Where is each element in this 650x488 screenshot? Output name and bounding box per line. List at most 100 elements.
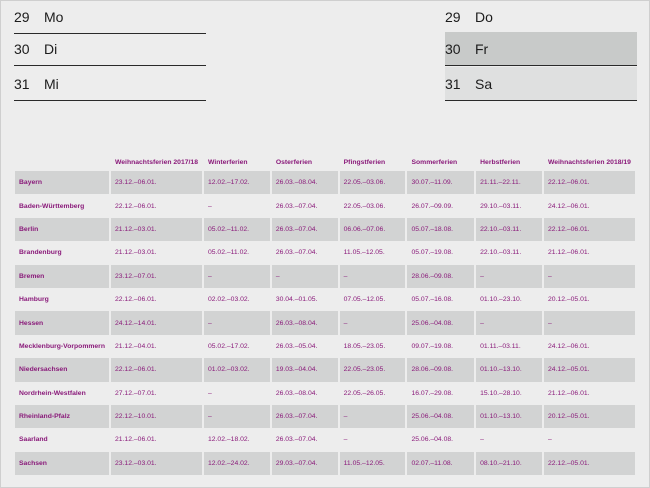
holiday-date-cell: 12.02.–17.02. xyxy=(203,171,270,195)
holiday-date-cell: 08.10.–21.10. xyxy=(476,451,542,476)
holiday-date-cell: 05.02.–17.02. xyxy=(203,334,270,359)
day-row: 31 Sa xyxy=(445,67,637,101)
holiday-date-cell: 07.05.–12.05. xyxy=(339,287,406,312)
holiday-date-cell: 21.11.–22.11. xyxy=(476,171,542,195)
holiday-date-cell: 25.06.–04.08. xyxy=(407,428,475,452)
holiday-date-cell: 26.03.–07.04. xyxy=(271,217,338,242)
day-row: 29 Mo xyxy=(14,0,206,34)
day-weekday: Fr xyxy=(475,40,489,57)
holiday-date-cell: 12.02.–24.02. xyxy=(203,451,270,476)
holiday-date-cell: 05.02.–11.02. xyxy=(203,241,270,265)
holiday-date-cell: – xyxy=(339,311,406,335)
table-header-row: Weihnachtsferien 2017/18 Winterferien Os… xyxy=(15,153,635,171)
day-number: 30 xyxy=(445,40,461,57)
holiday-date-cell: 22.12.–06.01. xyxy=(543,217,635,242)
table-row: Bremen 23.12.–07.01. – – –28.06.–09.08. – – xyxy=(15,264,635,288)
state-name-cell: Mecklenburg-Vorpommern xyxy=(15,334,109,359)
holiday-date-cell: 24.12.–05.01. xyxy=(543,358,635,382)
holiday-date-cell: 24.12.–14.01. xyxy=(110,311,202,335)
holiday-date-cell: 26.03.–07.04. xyxy=(271,428,338,452)
holiday-date-cell: 22.05.–26.05. xyxy=(339,381,406,405)
table-row: Sachsen 23.12.–03.01. 12.02.–24.02. 29.03.–… xyxy=(15,451,635,476)
table-row: Bayern 23.12.–06.01. 12.02.–17.02. 26.03.–0… xyxy=(15,171,635,195)
holiday-date-cell: 16.07.–29.08. xyxy=(407,381,475,405)
state-name-cell: Brandenburg xyxy=(15,241,109,265)
holiday-date-cell: 01.02.–03.02. xyxy=(203,358,270,382)
holiday-date-cell: 01.10.–13.10. xyxy=(476,358,542,382)
state-name-cell: Bremen xyxy=(15,264,109,288)
holiday-date-cell: 21.12.–06.01. xyxy=(543,381,635,405)
holiday-date-cell: 26.03.–08.04. xyxy=(271,311,338,335)
day-row: 31 Mi xyxy=(14,67,206,101)
day-weekday: Sa xyxy=(475,75,493,92)
holiday-date-cell: 01.10.–13.10. xyxy=(476,404,542,429)
holiday-date-cell: 20.12.–05.01. xyxy=(543,287,635,312)
holiday-date-cell: – xyxy=(339,404,406,429)
school-holidays-table: Weihnachtsferien 2017/18 Winterferien Os… xyxy=(13,153,637,476)
holiday-date-cell: 06.06.–07.06. xyxy=(339,217,406,242)
state-name-cell: Rheinland-Pfalz xyxy=(15,404,109,429)
holiday-date-cell: 05.02.–11.02. xyxy=(203,217,270,242)
holiday-date-cell: 26.03.–07.04. xyxy=(271,241,338,265)
state-name-cell: Hamburg xyxy=(15,287,109,312)
holiday-date-cell: – xyxy=(339,264,406,288)
day-row: 30 Fr xyxy=(445,32,637,66)
holiday-date-cell: 05.07.–19.08. xyxy=(407,241,475,265)
holiday-date-cell: 11.05.–12.05. xyxy=(339,451,406,476)
column-header: Sommerferien xyxy=(411,158,458,166)
holiday-date-cell: – xyxy=(203,404,270,429)
holiday-date-cell: 22.12.–05.01. xyxy=(543,451,635,476)
holiday-date-cell: 22.10.–03.11. xyxy=(476,241,542,265)
holiday-date-cell: 21.12.–06.01. xyxy=(543,241,635,265)
state-name-cell: Sachsen xyxy=(15,451,109,476)
table-row: Berlin 21.12.–03.01. 05.02.–11.02. 26.03.–0… xyxy=(15,217,635,242)
state-name-cell: Saarland xyxy=(15,428,109,452)
day-row: 30 Di xyxy=(14,32,206,66)
holiday-date-cell: – xyxy=(476,428,542,452)
holiday-date-cell: 09.07.–19.08. xyxy=(407,334,475,359)
day-weekday: Mo xyxy=(44,8,64,25)
table-body: Bayern 23.12.–06.01. 12.02.–17.02. 26.03.–0… xyxy=(15,171,635,476)
table-row: Rheinland-Pfalz 22.12.–10.01. –26.03.–07.0… xyxy=(15,404,635,429)
holiday-date-cell: 30.04.–01.05. xyxy=(271,287,338,312)
column-header: Winterferien xyxy=(207,158,248,166)
holiday-date-cell: 28.06.–09.08. xyxy=(407,264,475,288)
holiday-date-cell: 22.05.–03.06. xyxy=(339,171,406,195)
table-row: Hessen 24.12.–14.01. –26.03.–08.04. –25.06.… xyxy=(15,311,635,335)
holiday-date-cell: 26.03.–08.04. xyxy=(271,171,338,195)
holiday-date-cell: 24.12.–06.01. xyxy=(543,194,635,218)
holiday-date-cell: 28.06.–09.08. xyxy=(407,358,475,382)
state-name-cell: Nordrhein-Westfalen xyxy=(15,381,109,405)
holiday-date-cell: 29.10.–03.11. xyxy=(476,194,542,218)
holiday-date-cell: 21.12.–04.01. xyxy=(110,334,202,359)
holiday-date-cell: 19.03.–04.04. xyxy=(271,358,338,382)
holiday-date-cell: 24.12.–06.01. xyxy=(543,334,635,359)
holiday-date-cell: – xyxy=(203,381,270,405)
holiday-date-cell: 22.12.–06.01. xyxy=(110,194,202,218)
holiday-date-cell: – xyxy=(543,428,635,452)
holiday-date-cell: 26.03.–07.04. xyxy=(271,194,338,218)
day-number: 31 xyxy=(445,75,461,92)
holiday-date-cell: 05.07.–16.08. xyxy=(407,287,475,312)
column-header: Pfingstferien xyxy=(343,158,386,166)
holiday-date-cell: 05.07.–18.08. xyxy=(407,217,475,242)
holiday-date-cell: 12.02.–18.02. xyxy=(203,428,270,452)
table-row: Baden-Württemberg 22.12.–06.01. –26.03.–07… xyxy=(15,194,635,218)
table-row: Hamburg 22.12.–06.01. 02.02.–03.02. 30.04.–… xyxy=(15,287,635,312)
holiday-date-cell: – xyxy=(476,311,542,335)
holiday-date-cell: 21.12.–03.01. xyxy=(110,217,202,242)
holiday-date-cell: 21.12.–06.01. xyxy=(110,428,202,452)
table-row: Mecklenburg-Vorpommern 21.12.–04.01. 05.02… xyxy=(15,334,635,359)
holiday-date-cell: 02.02.–03.02. xyxy=(203,287,270,312)
state-name-cell: Bayern xyxy=(15,171,109,195)
column-header: Weihnachtsferien 2017/18 xyxy=(114,158,198,166)
holiday-date-cell: 20.12.–05.01. xyxy=(543,404,635,429)
holiday-date-cell: 15.10.–28.10. xyxy=(476,381,542,405)
state-name-cell: Niedersachsen xyxy=(15,358,109,382)
state-name-cell: Baden-Württemberg xyxy=(15,194,109,218)
holiday-date-cell: 22.10.–03.11. xyxy=(476,217,542,242)
holiday-date-cell: 22.12.–10.01. xyxy=(110,404,202,429)
holiday-date-cell: 22.12.–06.01. xyxy=(110,287,202,312)
day-number: 31 xyxy=(14,75,30,92)
holiday-date-cell: 26.07.–09.09. xyxy=(407,194,475,218)
